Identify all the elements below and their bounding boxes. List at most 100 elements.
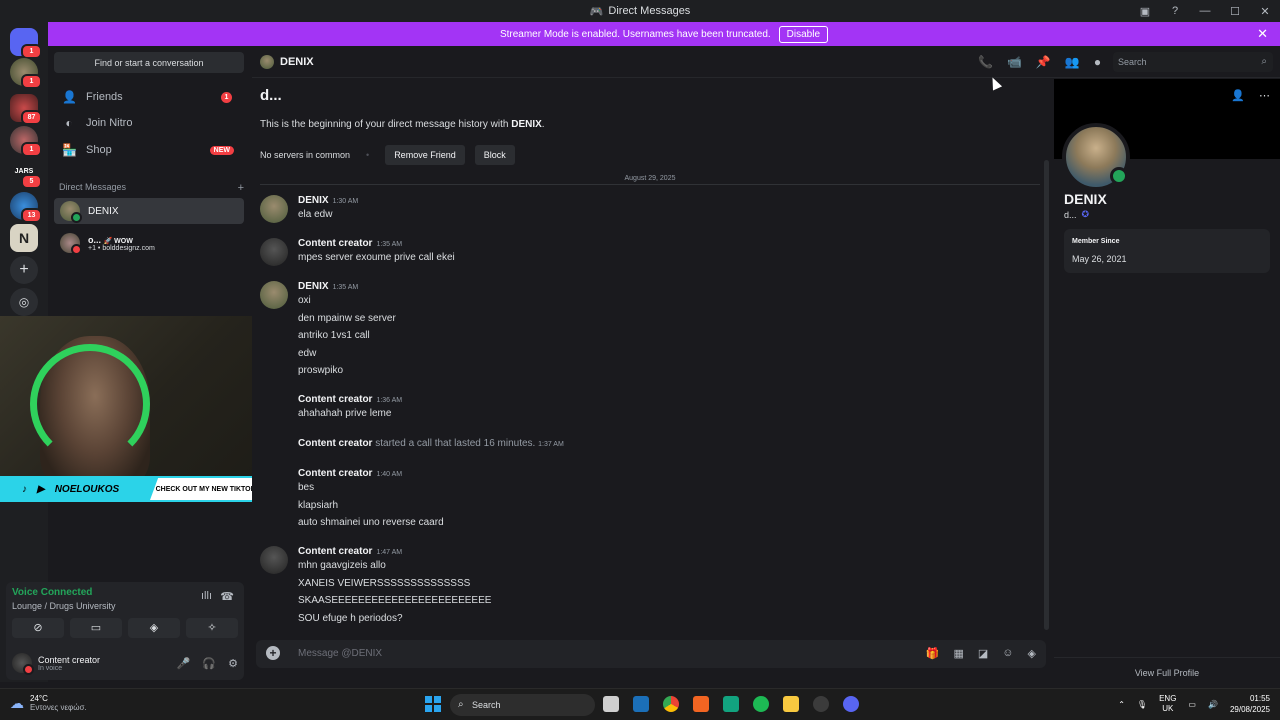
- video-call-icon[interactable]: 📹: [1007, 55, 1022, 69]
- gift-icon[interactable]: 🎁: [926, 647, 940, 660]
- close-window-button[interactable]: ✕: [1250, 5, 1280, 18]
- server-icon[interactable]: 1: [10, 58, 42, 89]
- pinned-messages-icon[interactable]: 📌: [1036, 55, 1051, 69]
- network-icon[interactable]: ▭: [1188, 700, 1196, 709]
- profile-panel: 👤 ⋯ DENIX d... ✪ Member Since May 26, 20…: [1054, 79, 1280, 682]
- noise-suppression-icon[interactable]: ıllı: [201, 590, 212, 602]
- friends-icon: 👤: [62, 90, 77, 104]
- camera-off-button[interactable]: ⊘: [12, 618, 64, 638]
- avatar[interactable]: [260, 238, 288, 266]
- new-badge: NEW: [209, 145, 234, 155]
- maximize-button[interactable]: ☐: [1220, 5, 1250, 18]
- add-server-button[interactable]: +: [10, 256, 38, 284]
- home-button[interactable]: 1: [10, 28, 42, 59]
- soundboard-button[interactable]: ✧: [186, 618, 238, 638]
- gif-icon[interactable]: ▦: [953, 647, 963, 660]
- app-icon[interactable]: [693, 696, 709, 712]
- online-status: [1110, 167, 1128, 185]
- intro-text: This is the beginning of your direct mes…: [260, 119, 545, 130]
- attach-icon[interactable]: +: [266, 646, 280, 660]
- avatar: [60, 233, 82, 255]
- inbox-icon[interactable]: ▣: [1130, 5, 1160, 18]
- server-icon[interactable]: N: [10, 224, 38, 252]
- headphones-icon[interactable]: 🎧: [202, 657, 216, 670]
- mic-icon[interactable]: 🎤: [177, 657, 191, 670]
- chrome-icon[interactable]: [663, 696, 679, 712]
- avatar[interactable]: [260, 195, 288, 223]
- nav-friends[interactable]: 👤 Friends 1: [54, 84, 244, 110]
- cloud-icon: ☁: [10, 694, 24, 711]
- find-conversation-button[interactable]: Find or start a conversation: [54, 52, 244, 73]
- badge-icon: ✪: [1081, 209, 1090, 219]
- mic-icon[interactable]: 🎙: [1137, 700, 1147, 709]
- server-badge: 13: [21, 208, 42, 223]
- tiktok-overlay: ♪ ▶ NOELOUKOS CHECK OUT MY NEW TIKTOK VI…: [0, 476, 287, 502]
- block-button[interactable]: Block: [474, 145, 515, 165]
- chevron-up-icon[interactable]: ⌃: [1118, 700, 1125, 709]
- user-profile-icon[interactable]: ●: [1094, 55, 1101, 69]
- server-icon[interactable]: 1: [10, 126, 42, 157]
- add-friends-icon[interactable]: 👥: [1065, 55, 1080, 69]
- server-icon[interactable]: 87: [10, 94, 42, 125]
- taskbar: ☁ 24°C Εντονες νεφώσ. ⌕ Search ⌃ 🎙 ENG U…: [0, 688, 1280, 720]
- screen-share-button[interactable]: ▭: [70, 618, 122, 638]
- sticker-icon[interactable]: ◪: [978, 647, 988, 660]
- date-divider: August 29, 2025: [260, 175, 1040, 185]
- avatar[interactable]: [12, 653, 34, 675]
- activity-button[interactable]: ◈: [128, 618, 180, 638]
- start-button[interactable]: [425, 696, 441, 712]
- server-badge: 1: [21, 74, 42, 89]
- language-indicator[interactable]: ENG UK: [1159, 694, 1176, 714]
- discover-button[interactable]: ◎: [10, 288, 38, 316]
- message-text: den mpainw se server: [298, 313, 396, 324]
- server-badge: 1: [21, 44, 42, 59]
- file-explorer-icon[interactable]: [783, 696, 799, 712]
- profile-username: d... ✪: [1064, 209, 1090, 220]
- nav-shop[interactable]: 🏪 Shop NEW: [54, 137, 244, 163]
- nav-nitro[interactable]: ◐ Join Nitro: [54, 110, 244, 136]
- message-composer[interactable]: + Message @DENIX 🎁 ▦ ◪ ☺ ◈: [256, 640, 1046, 668]
- more-icon[interactable]: ⋯: [1259, 89, 1270, 102]
- disconnect-icon[interactable]: ☎: [220, 590, 234, 603]
- search-input[interactable]: Search ⌕: [1113, 52, 1273, 72]
- view-full-profile-link[interactable]: View Full Profile: [1054, 657, 1280, 678]
- gear-icon[interactable]: ⚙: [228, 657, 238, 670]
- voice-call-icon[interactable]: 📞: [978, 55, 993, 69]
- add-friend-icon[interactable]: 👤: [1231, 89, 1245, 102]
- avatar[interactable]: [260, 281, 288, 309]
- help-icon[interactable]: ?: [1160, 5, 1190, 17]
- task-view-icon[interactable]: [603, 696, 619, 712]
- remove-friend-button[interactable]: Remove Friend: [385, 145, 465, 165]
- volume-icon[interactable]: 🔊: [1208, 700, 1218, 709]
- dm-item-denix[interactable]: DENIX: [54, 198, 244, 224]
- app-icon[interactable]: [633, 696, 649, 712]
- message-text: bes: [298, 482, 315, 493]
- avatar[interactable]: [260, 546, 288, 574]
- server-icon[interactable]: 13: [10, 192, 42, 223]
- taskbar-search[interactable]: ⌕ Search: [450, 694, 595, 716]
- scrollbar[interactable]: [1044, 160, 1049, 630]
- emoji-icon[interactable]: ☺: [1002, 647, 1013, 660]
- weather-widget[interactable]: ☁ 24°C Εντονες νεφώσ.: [10, 694, 87, 712]
- close-icon[interactable]: ✕: [1257, 26, 1268, 42]
- spotify-icon[interactable]: [753, 696, 769, 712]
- voice-channel[interactable]: Lounge / Drugs University: [12, 601, 116, 611]
- shop-icon: 🏪: [62, 143, 77, 157]
- dm-item-group[interactable]: o... 🚀 WOW +1 • bolddesignz.com: [54, 228, 244, 258]
- dnd-status: [71, 244, 82, 255]
- minimize-button[interactable]: —: [1190, 5, 1220, 17]
- clock[interactable]: 01:55 29/08/2025: [1230, 693, 1270, 715]
- disable-streamer-mode-button[interactable]: Disable: [778, 25, 829, 43]
- system-tray: ⌃ 🎙 ENG UK ▭ 🔊 01:55 29/08/2025: [1118, 693, 1270, 715]
- app-icon[interactable]: [813, 696, 829, 712]
- discord-icon[interactable]: [843, 696, 859, 712]
- create-dm-icon[interactable]: +: [238, 182, 244, 194]
- activity-icon[interactable]: ◈: [1028, 647, 1036, 660]
- avatar: [260, 55, 274, 69]
- server-badge: 5: [21, 174, 42, 189]
- message-input[interactable]: Message @DENIX: [298, 648, 382, 659]
- window-title: 🎮 Direct Messages: [589, 5, 691, 18]
- app-icon[interactable]: [723, 696, 739, 712]
- server-icon-jars[interactable]: JARS 5: [10, 158, 42, 189]
- title-bar: 🎮 Direct Messages ▣ ? — ☐ ✕: [0, 0, 1280, 22]
